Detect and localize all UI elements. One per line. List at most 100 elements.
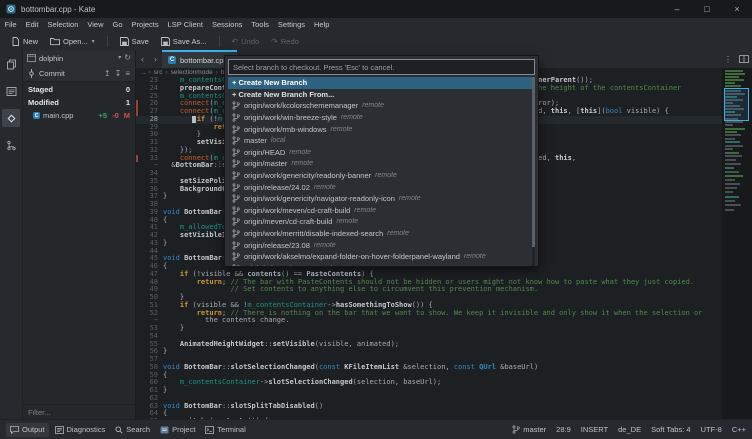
- branch-item[interactable]: origin/work/meven/cd-craft-buildremote: [228, 205, 535, 217]
- modified-label: Modified: [28, 98, 59, 107]
- menu-settings[interactable]: Settings: [273, 18, 309, 32]
- branch-action-item[interactable]: + Create New Branch: [228, 77, 535, 89]
- toggle-output[interactable]: Output: [6, 423, 49, 437]
- minimap-viewport[interactable]: [724, 88, 749, 121]
- push-icon[interactable]: ↥: [104, 70, 111, 78]
- branch-item[interactable]: origin/release/23.08remote: [228, 239, 535, 251]
- redo-button[interactable]: ↷ Redo: [266, 34, 304, 49]
- code-line-61[interactable]: 61}: [136, 387, 752, 395]
- minimap-line: [725, 179, 735, 181]
- back-button[interactable]: ‹: [136, 50, 149, 68]
- menu-go[interactable]: Go: [108, 18, 127, 32]
- staged-row[interactable]: Staged 0: [23, 83, 135, 96]
- branch-item[interactable]: origin/work/kcolorschememanagerremote: [228, 100, 535, 112]
- branch-item[interactable]: origin/work/genericity/navigator-readonl…: [228, 193, 535, 205]
- minimap[interactable]: [725, 70, 748, 420]
- branch-item[interactable]: origin/work/rmb-windowsremote: [228, 123, 535, 135]
- output-icon: [10, 426, 19, 434]
- minimap-line: [725, 141, 740, 143]
- branch-item[interactable]: masterlocal: [228, 135, 535, 147]
- minimap-line: [725, 159, 736, 161]
- branch-label: origin/work/genericity/navigator-readonl…: [244, 194, 395, 203]
- status-de-de[interactable]: de_DE: [618, 425, 641, 434]
- code-line-wrap[interactable]: ~ the contents change.: [136, 317, 752, 325]
- code-line-63[interactable]: 63void BottomBar::slotSplitTabDisabled(): [136, 403, 752, 411]
- code-line-56[interactable]: 56}: [136, 348, 752, 356]
- new-button[interactable]: New: [6, 34, 43, 49]
- branch-item[interactable]: origin/masterremote: [228, 158, 535, 170]
- status-c-[interactable]: C++: [732, 425, 746, 434]
- branch-item[interactable]: origin/work/merritt/disable-indexed-sear…: [228, 228, 535, 240]
- save-button[interactable]: Save: [115, 34, 154, 49]
- sidebar-item-symbols[interactable]: [2, 136, 20, 154]
- menu-icon[interactable]: ≡: [125, 70, 130, 78]
- pull-icon[interactable]: ↧: [115, 70, 122, 78]
- branch-action-item[interactable]: + Create New Branch From...: [228, 89, 535, 101]
- forward-button[interactable]: ›: [149, 50, 162, 68]
- minimap-line: [725, 85, 741, 87]
- modified-file-row[interactable]: C main.cpp +5 -0 M: [23, 109, 135, 122]
- status-soft-tabs-4[interactable]: Soft Tabs: 4: [651, 425, 690, 434]
- cpp-file-icon: C: [168, 56, 176, 64]
- sidebar-item-filesystem[interactable]: [2, 82, 20, 100]
- refresh-icon[interactable]: ↻: [124, 54, 131, 62]
- git-filter-input[interactable]: Filter...: [28, 408, 51, 417]
- tab-overflow-icon[interactable]: ⋮: [720, 50, 736, 68]
- code-line-58[interactable]: 58void BottomBar::slotSelectionChanged(c…: [136, 364, 752, 372]
- close-button[interactable]: ×: [722, 0, 752, 18]
- documents-icon: [6, 59, 17, 70]
- menu-tools[interactable]: Tools: [247, 18, 274, 32]
- menu-file[interactable]: File: [0, 18, 21, 32]
- status-insert[interactable]: INSERT: [581, 425, 608, 434]
- chevron-down-icon[interactable]: ▾: [118, 55, 121, 61]
- modified-row[interactable]: Modified 1: [23, 96, 135, 109]
- menu-bar: FileEditSelectionViewGoProjectsLSP Clien…: [0, 18, 752, 32]
- breadcrumb-item[interactable]: src: [154, 69, 163, 76]
- branch-item[interactable]: origin/work/win-breeze-styleremote: [228, 112, 535, 124]
- maximize-button[interactable]: □: [692, 0, 722, 18]
- status-28-9[interactable]: 28:9: [556, 425, 571, 434]
- branch-item[interactable]: origin/HEADremote: [228, 147, 535, 159]
- split-view-icon[interactable]: [736, 50, 752, 68]
- breadcrumb-item[interactable]: ..: [142, 69, 146, 76]
- status-master[interactable]: master: [512, 425, 546, 434]
- status-utf-8[interactable]: UTF-8: [701, 425, 722, 434]
- branch-item[interactable]: origin/release/24.02remote: [228, 181, 535, 193]
- save-as-button[interactable]: Save As...: [156, 34, 212, 49]
- popup-scrollbar[interactable]: [532, 77, 535, 266]
- branch-item[interactable]: origin/meven/cd-craft-buildremote: [228, 216, 535, 228]
- toggle-search[interactable]: Search: [111, 423, 154, 437]
- branch-search-input[interactable]: Select branch to checkout. Press 'Esc' t…: [228, 59, 535, 75]
- menu-projects[interactable]: Projects: [127, 18, 163, 32]
- branch-item[interactable]: origin/release/22.12remote: [228, 263, 535, 267]
- scrollbar-track[interactable]: [722, 68, 752, 420]
- code-line-55[interactable]: 55 AnimatedHeightWidget::setVisible(visi…: [136, 341, 752, 349]
- repo-selector[interactable]: dolphin: [39, 54, 115, 63]
- app-icon: [6, 4, 16, 14]
- line-content: void BottomBar::slotSelectionChanged(con…: [163, 364, 538, 372]
- menu-sessions[interactable]: Sessions: [207, 18, 246, 32]
- menu-lsp-client[interactable]: LSP Client: [163, 18, 207, 32]
- code-line-60[interactable]: 60 m_contentsContainer->slotSelectionCha…: [136, 379, 752, 387]
- branch-item[interactable]: origin/work/genericity/readonly-bannerre…: [228, 170, 535, 182]
- minimize-button[interactable]: –: [662, 0, 692, 18]
- line-content: }: [163, 387, 167, 395]
- status-right: master 28:9 INSERT de_DE Soft Tabs: 4 UTF-8 C+…: [512, 425, 746, 434]
- toggle-diagnostics[interactable]: Diagnostics: [51, 423, 110, 437]
- toggle-terminal[interactable]: Terminal: [201, 423, 249, 437]
- breadcrumb-item[interactable]: selectionmode: [171, 69, 213, 76]
- toggle-project[interactable]: Project: [156, 423, 199, 437]
- undo-button[interactable]: ↶ Undo: [227, 34, 265, 49]
- code-line-53[interactable]: 53 }: [136, 325, 752, 333]
- sidebar-item-documents[interactable]: [2, 55, 20, 73]
- commit-button[interactable]: Commit: [39, 69, 65, 78]
- menu-view[interactable]: View: [83, 18, 108, 32]
- code-line-49[interactable]: 49 // Set contents to anything else to c…: [136, 286, 752, 294]
- menu-selection[interactable]: Selection: [43, 18, 83, 32]
- menu-edit[interactable]: Edit: [21, 18, 43, 32]
- commit-icon: [28, 69, 35, 78]
- sidebar-item-git[interactable]: [2, 109, 20, 127]
- menu-help[interactable]: Help: [310, 18, 334, 32]
- open-button[interactable]: Open...▾: [45, 34, 100, 49]
- branch-item[interactable]: origin/work/akselmo/expand-folder-on-hov…: [228, 251, 535, 263]
